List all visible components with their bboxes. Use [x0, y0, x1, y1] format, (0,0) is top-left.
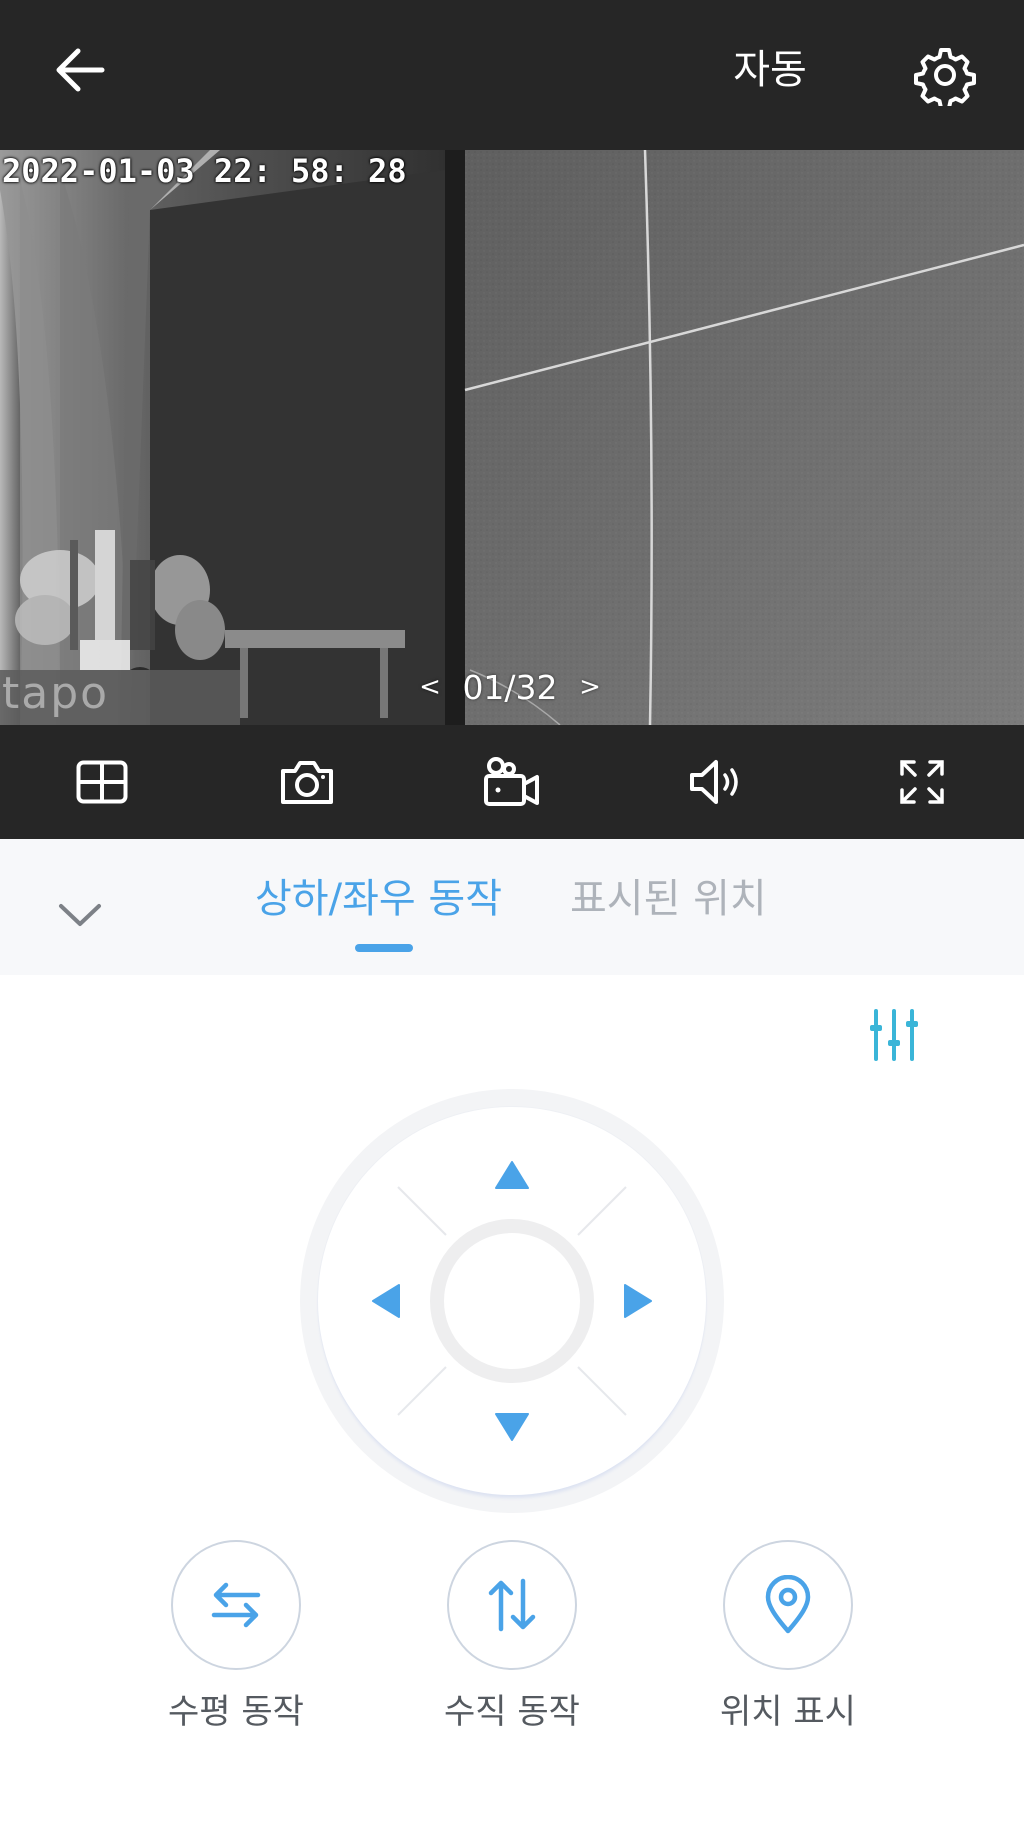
dpad-center: [430, 1219, 594, 1383]
page-counter: 01/32: [462, 667, 558, 707]
next-page-button[interactable]: >: [570, 672, 610, 702]
active-tab-indicator: [355, 944, 413, 952]
tab-bar: 상하/좌우 동작 표시된 위치: [0, 839, 1024, 975]
camera-video-feed[interactable]: 2022-01-03 22: 58: 28 tapo < 01/32 >: [0, 150, 1024, 725]
horizontal-motion-action[interactable]: 수평 동작: [116, 1540, 356, 1740]
tilt-up-button[interactable]: [482, 1145, 542, 1205]
vertical-motion-action[interactable]: 수직 동작: [392, 1540, 632, 1740]
triangle-up-icon: [495, 1161, 529, 1189]
horizontal-motion-button[interactable]: [171, 1540, 301, 1670]
back-button[interactable]: [40, 30, 120, 110]
tab-marked-positions[interactable]: 표시된 위치: [570, 869, 767, 929]
audio-button[interactable]: [677, 742, 757, 822]
watermark-logo: tapo: [2, 668, 110, 719]
video-pager: < 01/32 >: [410, 662, 610, 712]
horizontal-arrows-icon: [211, 1582, 261, 1628]
gear-icon: [914, 48, 976, 106]
record-button[interactable]: [472, 742, 552, 822]
location-pin-icon: [765, 1575, 811, 1634]
pan-right-button[interactable]: [608, 1271, 668, 1331]
vertical-motion-label: 수직 동작: [444, 1692, 580, 1732]
speed-settings-button[interactable]: [858, 999, 930, 1071]
snapshot-button[interactable]: [267, 742, 347, 822]
speaker-icon: [690, 760, 738, 804]
grid-icon: [76, 760, 128, 804]
triangle-left-icon: [372, 1284, 400, 1318]
top-bar: 자동: [0, 0, 1024, 150]
arrow-left-icon: [56, 48, 105, 92]
fullscreen-button[interactable]: [882, 742, 962, 822]
previous-page-button[interactable]: <: [410, 672, 450, 702]
mark-position-action[interactable]: 위치 표시: [668, 1540, 908, 1740]
tab-pan-tilt[interactable]: 상하/좌우 동작: [255, 869, 502, 929]
sliders-icon: [870, 1009, 918, 1061]
pan-tilt-panel: 수평 동작 수직 동작 위치 표시: [0, 975, 1024, 1827]
camera-image: [0, 150, 1024, 725]
video-control-bar: [0, 725, 1024, 839]
horizontal-motion-label: 수평 동작: [168, 1692, 304, 1732]
layout-grid-button[interactable]: [62, 742, 142, 822]
direction-pad: [300, 1089, 724, 1513]
video-camera-icon: [484, 757, 539, 806]
mark-position-label: 위치 표시: [720, 1692, 856, 1732]
triangle-right-icon: [624, 1284, 652, 1318]
mark-position-button[interactable]: [723, 1540, 853, 1670]
triangle-down-icon: [495, 1413, 529, 1441]
tilt-down-button[interactable]: [482, 1397, 542, 1457]
collapse-button[interactable]: [44, 879, 116, 951]
vertical-arrows-icon: [488, 1578, 536, 1632]
camera-icon: [281, 761, 333, 804]
chevron-down-icon: [59, 904, 101, 926]
expand-icon: [900, 760, 944, 804]
settings-button[interactable]: [905, 35, 985, 115]
mode-label[interactable]: 자동: [700, 42, 840, 98]
vertical-motion-button[interactable]: [447, 1540, 577, 1670]
video-timestamp: 2022-01-03 22: 58: 28: [2, 152, 407, 190]
pan-left-button[interactable]: [356, 1271, 416, 1331]
